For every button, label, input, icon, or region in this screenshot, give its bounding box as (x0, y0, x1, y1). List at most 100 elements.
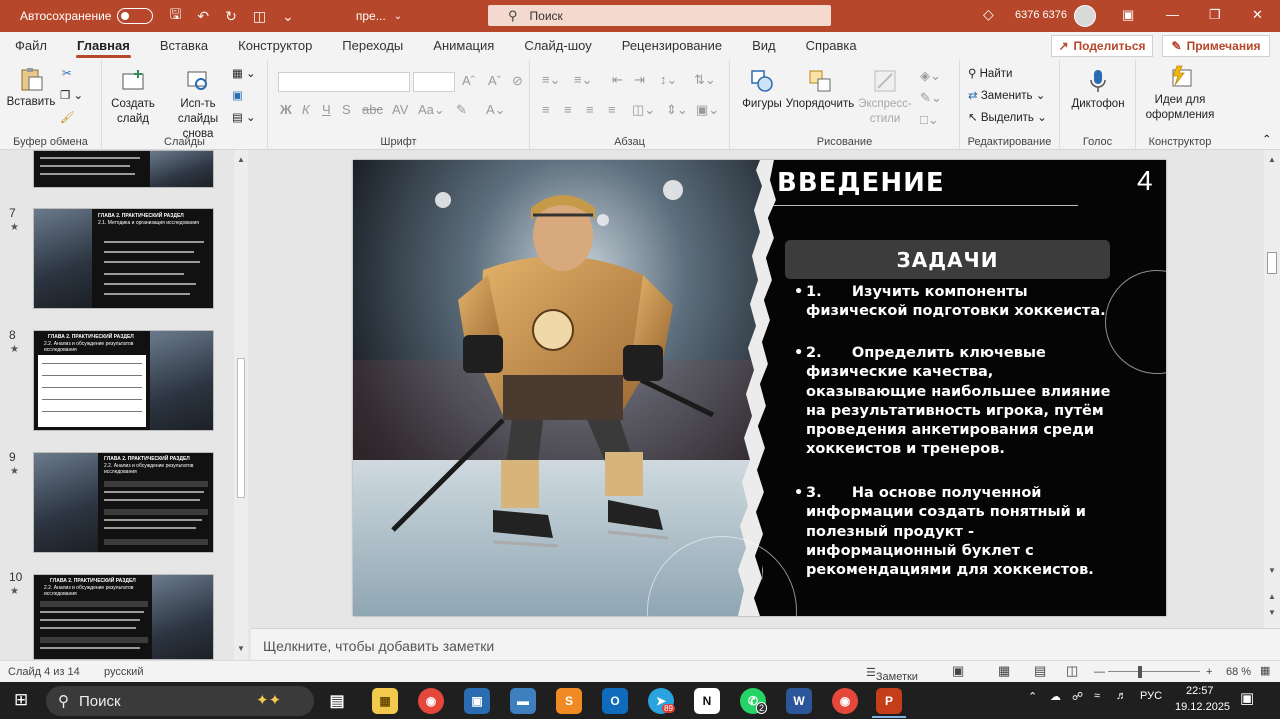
scrollbar-thumb[interactable] (237, 358, 245, 498)
tray-chevron-icon[interactable]: ⌃ (1028, 690, 1037, 703)
keyboard-language[interactable]: РУС (1140, 690, 1162, 702)
notion-icon[interactable]: N (694, 688, 720, 714)
tab-insert[interactable]: Вставка (145, 32, 223, 60)
task-view-icon[interactable]: ▤ (324, 688, 350, 714)
smartart-icon[interactable]: ▣⌄ (696, 102, 719, 118)
change-case-icon[interactable]: Aa⌄ (418, 102, 445, 118)
tasks-header-box[interactable]: ЗАДАЧИ (785, 240, 1110, 279)
save-icon[interactable]: 🖫 (169, 4, 181, 28)
word-icon[interactable]: W (786, 688, 812, 714)
highlight-icon[interactable]: ✎ (456, 102, 467, 118)
search-box[interactable]: ⚲ Поиск (488, 5, 831, 26)
notification-icon[interactable]: ▣ (1240, 689, 1254, 707)
scrollbar-thumb[interactable] (1267, 252, 1277, 274)
tab-review[interactable]: Рецензирование (607, 32, 737, 60)
avatar[interactable] (1074, 5, 1096, 27)
dictate-button[interactable]: Диктофон (1066, 68, 1130, 112)
spacing-icon[interactable]: AV (392, 102, 408, 117)
task-item[interactable]: • 1. Изучить компоненты физической подго… (794, 283, 1114, 322)
windows-start-icon[interactable]: ⊞ (14, 690, 28, 710)
sublime-icon[interactable]: S (556, 688, 582, 714)
tab-transitions[interactable]: Переходы (327, 32, 418, 60)
normal-view-icon[interactable]: ▣ (952, 663, 964, 679)
increase-indent-icon[interactable]: ⇥ (634, 72, 645, 88)
close-icon[interactable]: ✕ (1252, 7, 1263, 23)
columns-icon[interactable]: ◫⌄ (632, 102, 655, 118)
zoom-level[interactable]: 68 % (1226, 666, 1251, 678)
justify-icon[interactable]: ≡ (608, 102, 616, 117)
arrange-button[interactable]: Упорядочить (784, 68, 856, 112)
decrease-font-icon[interactable]: Aˇ (488, 73, 501, 88)
chrome-icon[interactable]: ◉ (418, 688, 444, 714)
file-explorer-icon[interactable]: ▦ (372, 688, 398, 714)
underline-icon[interactable]: Ч (322, 102, 331, 117)
store-icon[interactable]: ▣ (464, 688, 490, 714)
text-direction-icon[interactable]: ⇅⌄ (694, 72, 716, 88)
customize-quick-access-icon[interactable]: ⌄ (282, 8, 294, 25)
slide-title[interactable]: ВВЕДЕНИЕ (777, 168, 945, 198)
slide-thumbnail[interactable]: ГЛАВА 2. ПРАКТИЧЕСКИЙ РАЗДЕЛ 2.2. Анализ… (33, 330, 214, 431)
collapse-ribbon-icon[interactable]: ⌃ (1262, 132, 1272, 146)
present-icon[interactable]: ◫ (253, 8, 266, 25)
ribbon-display-icon[interactable]: ▣ (1122, 7, 1134, 23)
notes-button[interactable]: ☰ Заметки (866, 666, 918, 683)
font-size-select[interactable] (413, 72, 455, 92)
user-name[interactable]: 6376 6376 (1015, 9, 1067, 21)
scroll-down-icon[interactable]: ▼ (237, 644, 245, 653)
undo-icon[interactable]: ↶ (197, 8, 209, 25)
paste-button[interactable]: Вставить (6, 66, 56, 110)
align-center-icon[interactable]: ≡ (564, 102, 572, 117)
chrome-profile-icon[interactable]: ◉ (832, 688, 858, 714)
slide-thumbnail[interactable]: ГЛАВА 2. ПРАКТИЧЕСКИЙ РАЗДЕЛ 2.2. Анализ… (33, 574, 214, 660)
tab-help[interactable]: Справка (791, 32, 872, 60)
slide-thumbnail[interactable]: ГЛАВА 2. ПРАКТИЧЕСКИЙ РАЗДЕЛ 2.2. Анализ… (33, 452, 214, 553)
decrease-indent-icon[interactable]: ⇤ (612, 72, 623, 88)
italic-icon[interactable]: К (302, 102, 310, 117)
select-button[interactable]: ↖ Выделить ⌄ (968, 110, 1047, 124)
share-button[interactable]: ↗ Поделиться (1051, 35, 1153, 57)
notes-pane[interactable]: Щелкните, чтобы добавить заметки (251, 628, 1280, 660)
new-slide-button[interactable]: Создать слайд (106, 68, 160, 127)
clear-format-icon[interactable]: ⊘ (512, 73, 523, 89)
copilot-icon[interactable]: ◇ (983, 6, 994, 23)
reading-view-icon[interactable]: ▤ (1034, 663, 1046, 679)
align-left-icon[interactable]: ≡ (542, 102, 550, 117)
thumbnail-scrollbar[interactable]: ▲ ▼ (234, 150, 248, 660)
cut-icon[interactable]: ✂ (62, 66, 72, 80)
next-slide-icon[interactable]: ▼ (1268, 608, 1276, 617)
slide-sorter-icon[interactable]: ▦ (998, 663, 1010, 679)
outline-icon[interactable]: ✎⌄ (920, 90, 942, 106)
copy-icon[interactable]: ❐ ⌄ (60, 88, 83, 102)
line-spacing-icon[interactable]: ↕⌄ (660, 72, 677, 88)
slide-thumbnail[interactable]: ГЛАВА 2. ПРАКТИЧЕСКИЙ РАЗДЕЛ 2.1. Методи… (33, 208, 214, 309)
tray-app-icon[interactable]: ☁ (1050, 690, 1061, 703)
align-right-icon[interactable]: ≡ (586, 102, 594, 117)
shadow-icon[interactable]: S (342, 102, 351, 117)
tab-view[interactable]: Вид (737, 32, 791, 60)
powerpoint-icon[interactable]: P (876, 688, 902, 714)
volume-icon[interactable]: ♬ (1116, 690, 1127, 702)
task-item[interactable]: • 3. На основе полученной информации соз… (794, 484, 1114, 580)
zoom-in-icon[interactable]: + (1206, 666, 1212, 678)
quick-styles-button[interactable]: Экспресс-стили (854, 68, 916, 127)
slideshow-icon[interactable]: ◫ (1066, 663, 1078, 679)
reuse-slides-button[interactable]: Исп-ть слайды снова (166, 68, 230, 142)
language-indicator[interactable]: русский (104, 666, 143, 678)
minimize-icon[interactable]: — (1166, 7, 1179, 22)
chevron-down-icon[interactable]: ⌄ (394, 11, 402, 22)
redo-icon[interactable]: ↻ (225, 8, 237, 25)
design-ideas-button[interactable]: Идеи для оформления (1140, 64, 1220, 123)
current-slide[interactable]: ВВЕДЕНИЕ 4 ЗАДАЧИ • 1. Изучить компонент… (353, 160, 1166, 616)
tab-design[interactable]: Конструктор (223, 32, 327, 60)
zoom-slider[interactable] (1108, 671, 1200, 672)
increase-font-icon[interactable]: Aˆ (462, 73, 475, 88)
taskbar-search[interactable]: ⚲ Поиск ✦✦ (46, 686, 314, 716)
replace-button[interactable]: ⇄ Заменить ⌄ (968, 88, 1045, 102)
numbering-icon[interactable]: ≡⌄ (574, 72, 592, 88)
slide-scrollbar[interactable]: ▲ ▼ ▲ ▼ (1264, 150, 1280, 628)
zoom-slider-thumb[interactable] (1138, 666, 1142, 678)
tab-file[interactable]: Файл (0, 32, 62, 60)
autosave-toggle[interactable] (117, 8, 154, 24)
find-button[interactable]: ⚲ Найти (968, 66, 1012, 80)
slide-thumbnail[interactable] (33, 150, 214, 188)
